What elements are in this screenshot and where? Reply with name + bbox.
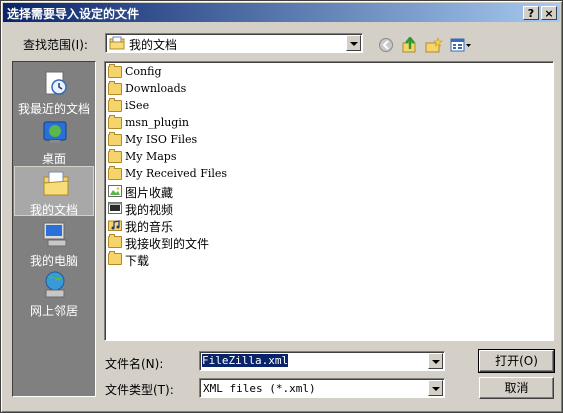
file-name: 图片收藏: [125, 186, 174, 200]
place-label: 我的文档: [29, 203, 78, 217]
filename-input[interactable]: FileZilla.xml: [199, 351, 445, 371]
up-folder-icon[interactable]: [401, 37, 419, 53]
folder-icon: [108, 166, 122, 180]
file-name: msn_plugin: [125, 116, 189, 129]
filename-label: 文件名(N):: [105, 357, 164, 371]
file-name: My Maps: [125, 150, 177, 163]
my-documents-icon: [43, 171, 69, 196]
pictures-folder-icon: [108, 185, 122, 197]
filename-value: FileZilla.xml: [202, 354, 289, 367]
video-folder-icon: [108, 202, 122, 214]
view-menu-icon[interactable]: [450, 37, 472, 53]
lookin-value: 我的文档: [129, 38, 178, 52]
folder-icon: [108, 98, 122, 112]
cancel-button[interactable]: 取消: [479, 377, 554, 399]
desktop-icon: [43, 121, 67, 143]
file-name: Downloads: [125, 82, 187, 95]
folder-icon: [108, 149, 122, 163]
lookin-label: 查找范围(I):: [23, 38, 88, 52]
recent-documents-icon: [45, 71, 67, 95]
file-list[interactable]: Config Downloads iSee msn_plugin My ISO …: [104, 61, 554, 341]
place-my-documents[interactable]: 我的文档: [14, 166, 94, 217]
close-button[interactable]: ×: [541, 6, 557, 20]
place-label: 我最近的文档: [17, 102, 90, 116]
place-my-computer[interactable]: 我的电脑: [14, 218, 94, 268]
file-name: 下载: [125, 254, 150, 268]
file-name: My ISO Files: [125, 133, 198, 146]
file-name: 我的音乐: [125, 220, 174, 234]
place-recent-documents[interactable]: 我最近的文档: [14, 66, 94, 116]
places-bar: 我最近的文档 桌面 我的文档 我的电脑 网上邻居: [12, 61, 96, 397]
lookin-combo[interactable]: 我的文档: [105, 33, 363, 53]
folder-icon: [108, 64, 122, 78]
file-name: 我的视频: [125, 203, 174, 217]
filetype-value: XML files (*.xml): [203, 382, 316, 395]
file-name: Config: [125, 65, 162, 78]
lookin-dropdown-arrow[interactable]: [346, 35, 361, 51]
back-icon[interactable]: [378, 37, 396, 53]
network-places-icon: [45, 271, 65, 298]
dialog-title: 选择需要导入设定的文件: [7, 7, 140, 21]
filetype-label: 文件类型(T):: [105, 383, 174, 397]
filetype-select[interactable]: XML files (*.xml): [199, 378, 445, 398]
folder-icon: [108, 234, 122, 248]
place-label: 网上邻居: [29, 304, 78, 318]
file-name: iSee: [125, 99, 150, 112]
my-documents-icon: [109, 36, 125, 50]
my-computer-icon: [43, 222, 67, 247]
folder-icon: [108, 81, 122, 95]
file-name: My Received Files: [125, 167, 228, 180]
title-bar[interactable]: 选择需要导入设定的文件 ? ×: [3, 3, 560, 22]
folder-icon: [108, 251, 122, 265]
folder-icon: [108, 115, 122, 129]
place-network[interactable]: 网上邻居: [14, 268, 94, 318]
place-label: 我的电脑: [29, 254, 78, 268]
place-label: 桌面: [41, 152, 66, 166]
place-desktop[interactable]: 桌面: [14, 116, 94, 166]
filetype-dropdown-arrow[interactable]: [428, 380, 443, 396]
open-button[interactable]: 打开(O): [478, 349, 555, 373]
help-button[interactable]: ?: [523, 6, 539, 20]
filename-dropdown[interactable]: [428, 353, 443, 369]
open-file-dialog: 选择需要导入设定的文件 ? × 查找范围(I): 我的文档 我最近的文档 桌面 …: [0, 0, 563, 413]
music-folder-icon: [108, 220, 122, 231]
folder-icon: [108, 132, 122, 146]
file-name: 我接收到的文件: [125, 237, 210, 251]
filename-dropdown-arrow[interactable]: [428, 353, 443, 369]
new-folder-icon[interactable]: [425, 37, 443, 53]
